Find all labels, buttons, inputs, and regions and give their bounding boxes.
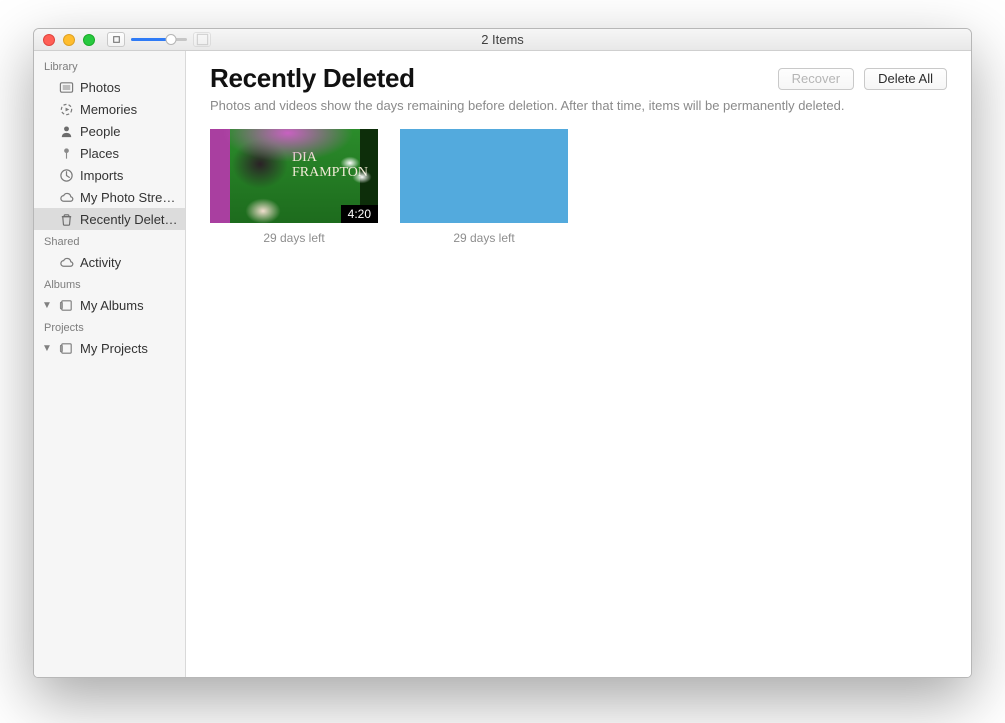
thumbnail-size-min-button[interactable] [107, 32, 125, 47]
sidebar-item-label: Imports [80, 168, 123, 183]
sidebar-item-photos[interactable]: Photos [34, 76, 185, 98]
thumbnail-size-max-button[interactable] [193, 32, 211, 47]
memories-icon [58, 101, 74, 117]
app-window: 2 Items Library Photos Memories [33, 28, 972, 678]
sidebar-section-shared: Shared [34, 230, 185, 251]
main-content: Recently Deleted Recover Delete All Phot… [186, 51, 971, 677]
sidebar-item-label: Photos [80, 80, 120, 95]
sidebar-item-my-projects[interactable]: ▼ My Projects [34, 337, 185, 359]
sidebar-item-my-albums[interactable]: ▼ My Albums [34, 294, 185, 316]
sidebar-item-recently-deleted[interactable]: Recently Delet… [34, 208, 185, 230]
sidebar-item-activity[interactable]: Activity [34, 251, 185, 273]
trash-icon [58, 211, 74, 227]
toolbar-controls [107, 32, 211, 47]
days-left-caption: 29 days left [210, 231, 378, 245]
media-thumbnail: DIA FRAMPTON 4:20 [210, 129, 378, 223]
album-icon [58, 340, 74, 356]
sidebar-item-people[interactable]: People [34, 120, 185, 142]
photos-icon [58, 79, 74, 95]
delete-all-button[interactable]: Delete All [864, 68, 947, 90]
page-title: Recently Deleted [210, 63, 415, 94]
sidebar-section-library: Library [34, 55, 185, 76]
sidebar-item-photo-stream[interactable]: My Photo Stre… [34, 186, 185, 208]
sidebar-item-label: My Projects [80, 341, 148, 356]
media-item[interactable]: 29 days left [400, 129, 568, 245]
media-thumbnail [400, 129, 568, 223]
sidebar-section-projects: Projects [34, 316, 185, 337]
sidebar-item-label: Recently Delet… [80, 212, 178, 227]
sidebar-item-imports[interactable]: Imports [34, 164, 185, 186]
thumbnail-grid: DIA FRAMPTON 4:20 29 days left 29 days l… [210, 129, 947, 245]
window-controls [34, 34, 95, 46]
cloud-icon [58, 254, 74, 270]
titlebar: 2 Items [34, 29, 971, 51]
sidebar-item-places[interactable]: Places [34, 142, 185, 164]
chevron-down-icon[interactable]: ▼ [42, 300, 52, 311]
album-icon [58, 297, 74, 313]
sidebar-item-label: Memories [80, 102, 137, 117]
page-subtitle: Photos and videos show the days remainin… [210, 98, 947, 113]
minimize-icon[interactable] [63, 34, 75, 46]
sidebar-item-label: My Albums [80, 298, 144, 313]
zoom-icon[interactable] [83, 34, 95, 46]
people-icon [58, 123, 74, 139]
thumbnail-large-icon [195, 32, 210, 47]
sidebar-item-label: My Photo Stre… [80, 190, 175, 205]
sidebar-section-albums: Albums [34, 273, 185, 294]
sidebar: Library Photos Memories [34, 51, 186, 677]
thumbnail-small-icon [109, 32, 124, 47]
chevron-down-icon[interactable]: ▼ [42, 343, 52, 354]
video-duration-badge: 4:20 [341, 205, 378, 223]
cloud-icon [58, 189, 74, 205]
places-icon [58, 145, 74, 161]
body: Library Photos Memories [34, 51, 971, 677]
recover-button[interactable]: Recover [778, 68, 854, 90]
thumbnail-size-slider[interactable] [131, 33, 187, 47]
sidebar-item-label: People [80, 124, 120, 139]
days-left-caption: 29 days left [400, 231, 568, 245]
thumbnail-overlay-text: DIA FRAMPTON [292, 151, 368, 180]
media-item[interactable]: DIA FRAMPTON 4:20 29 days left [210, 129, 378, 245]
sidebar-item-label: Places [80, 146, 119, 161]
sidebar-item-memories[interactable]: Memories [34, 98, 185, 120]
sidebar-item-label: Activity [80, 255, 121, 270]
imports-icon [58, 167, 74, 183]
close-icon[interactable] [43, 34, 55, 46]
content-header: Recently Deleted Recover Delete All [210, 63, 947, 94]
